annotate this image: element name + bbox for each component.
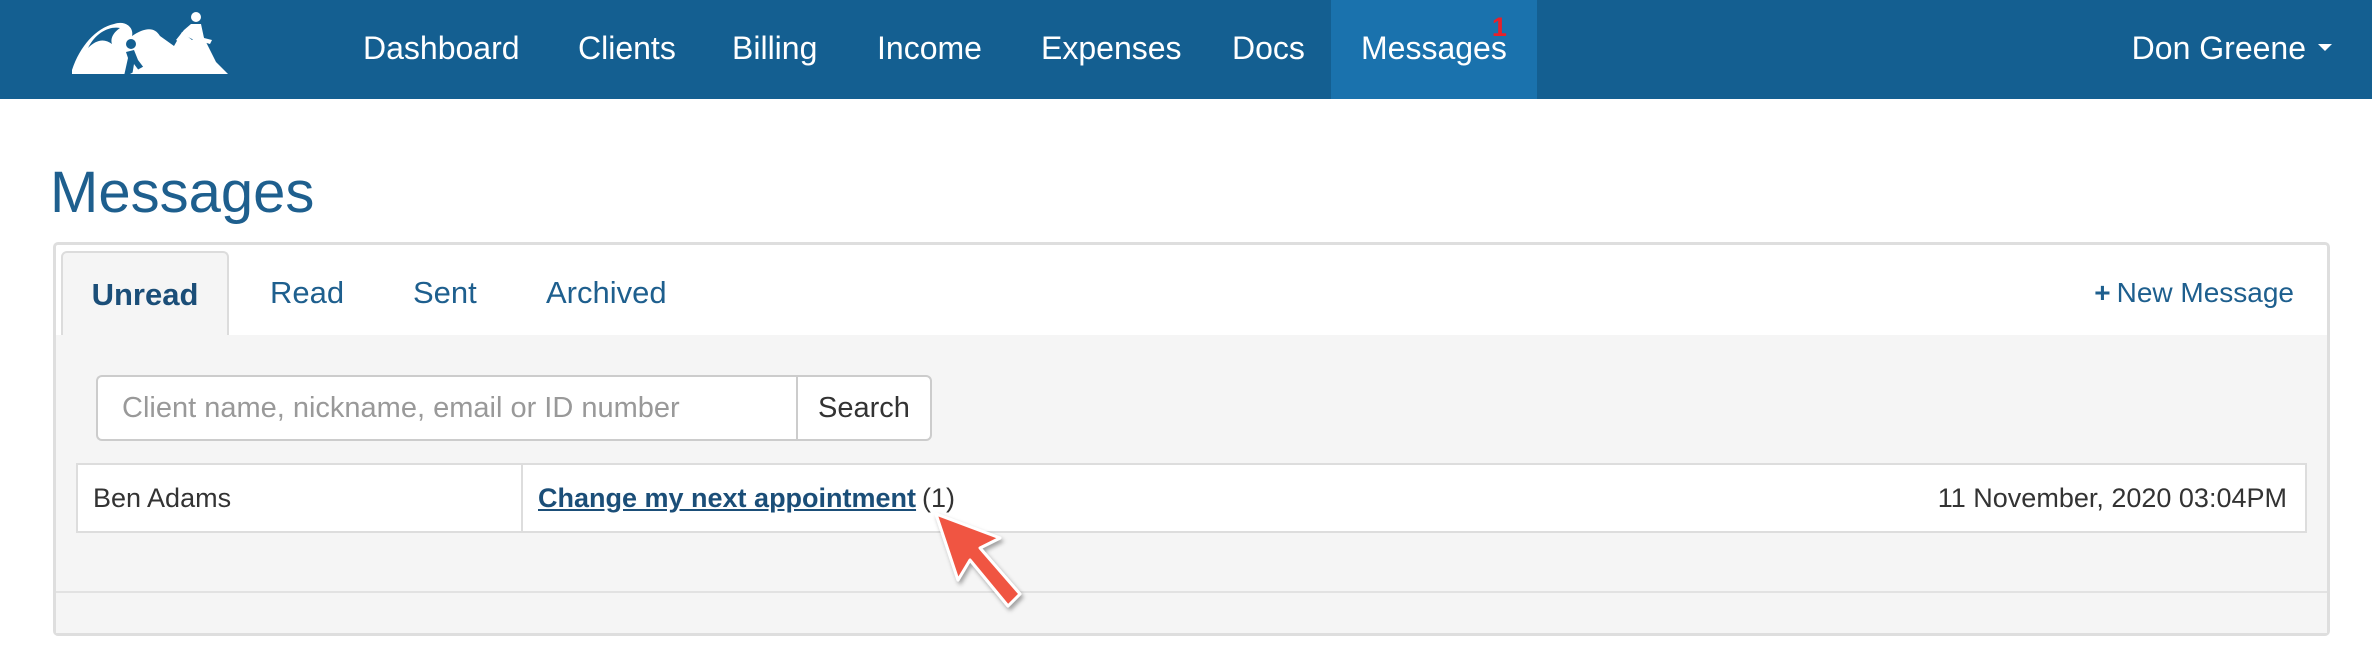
tab-read[interactable]: Read [270,251,344,335]
tab-sent[interactable]: Sent [413,251,477,335]
nav-messages-label: Messages [1361,30,1507,66]
arrow-pointer-icon [934,512,1022,608]
nav-billing[interactable]: Billing [732,0,817,99]
page-title: Messages [50,160,315,225]
tab-unread[interactable]: Unread [61,251,229,335]
new-message-label: New Message [2116,277,2294,308]
nav-income[interactable]: Income [877,0,982,99]
user-menu[interactable]: Don Greene [2132,0,2332,99]
panel-footer [56,591,2327,633]
nav-docs[interactable]: Docs [1232,0,1305,99]
caret-down-icon [2318,44,2332,52]
nav-clients[interactable]: Clients [578,0,676,99]
message-subject-cell: Change my next appointment (1) [538,465,955,531]
nav-messages[interactable]: Messages 1 [1331,0,1537,99]
message-sender: Ben Adams [78,465,523,531]
top-navbar: Dashboard Clients Billing Income Expense… [0,0,2372,99]
message-row[interactable]: Ben Adams Change my next appointment (1) … [76,463,2307,533]
message-date: 11 November, 2020 03:04PM [1937,483,2287,513]
panel-content: Search Ben Adams Change my next appointm… [56,335,2327,633]
nav-dashboard[interactable]: Dashboard [363,0,520,99]
user-name: Don Greene [2131,30,2306,66]
tab-archived[interactable]: Archived [546,251,667,335]
search-button[interactable]: Search [796,375,932,441]
unread-count-badge: 1 [1491,12,1507,42]
message-subject-link[interactable]: Change my next appointment [538,483,916,513]
app-logo[interactable] [70,10,230,84]
search-input[interactable] [96,375,796,441]
messages-panel: Unread Read Sent Archived +New Message S… [53,242,2330,636]
nav-expenses[interactable]: Expenses [1041,0,1182,99]
plus-icon: + [2094,277,2111,308]
new-message-button[interactable]: + New Message [2094,251,2294,335]
